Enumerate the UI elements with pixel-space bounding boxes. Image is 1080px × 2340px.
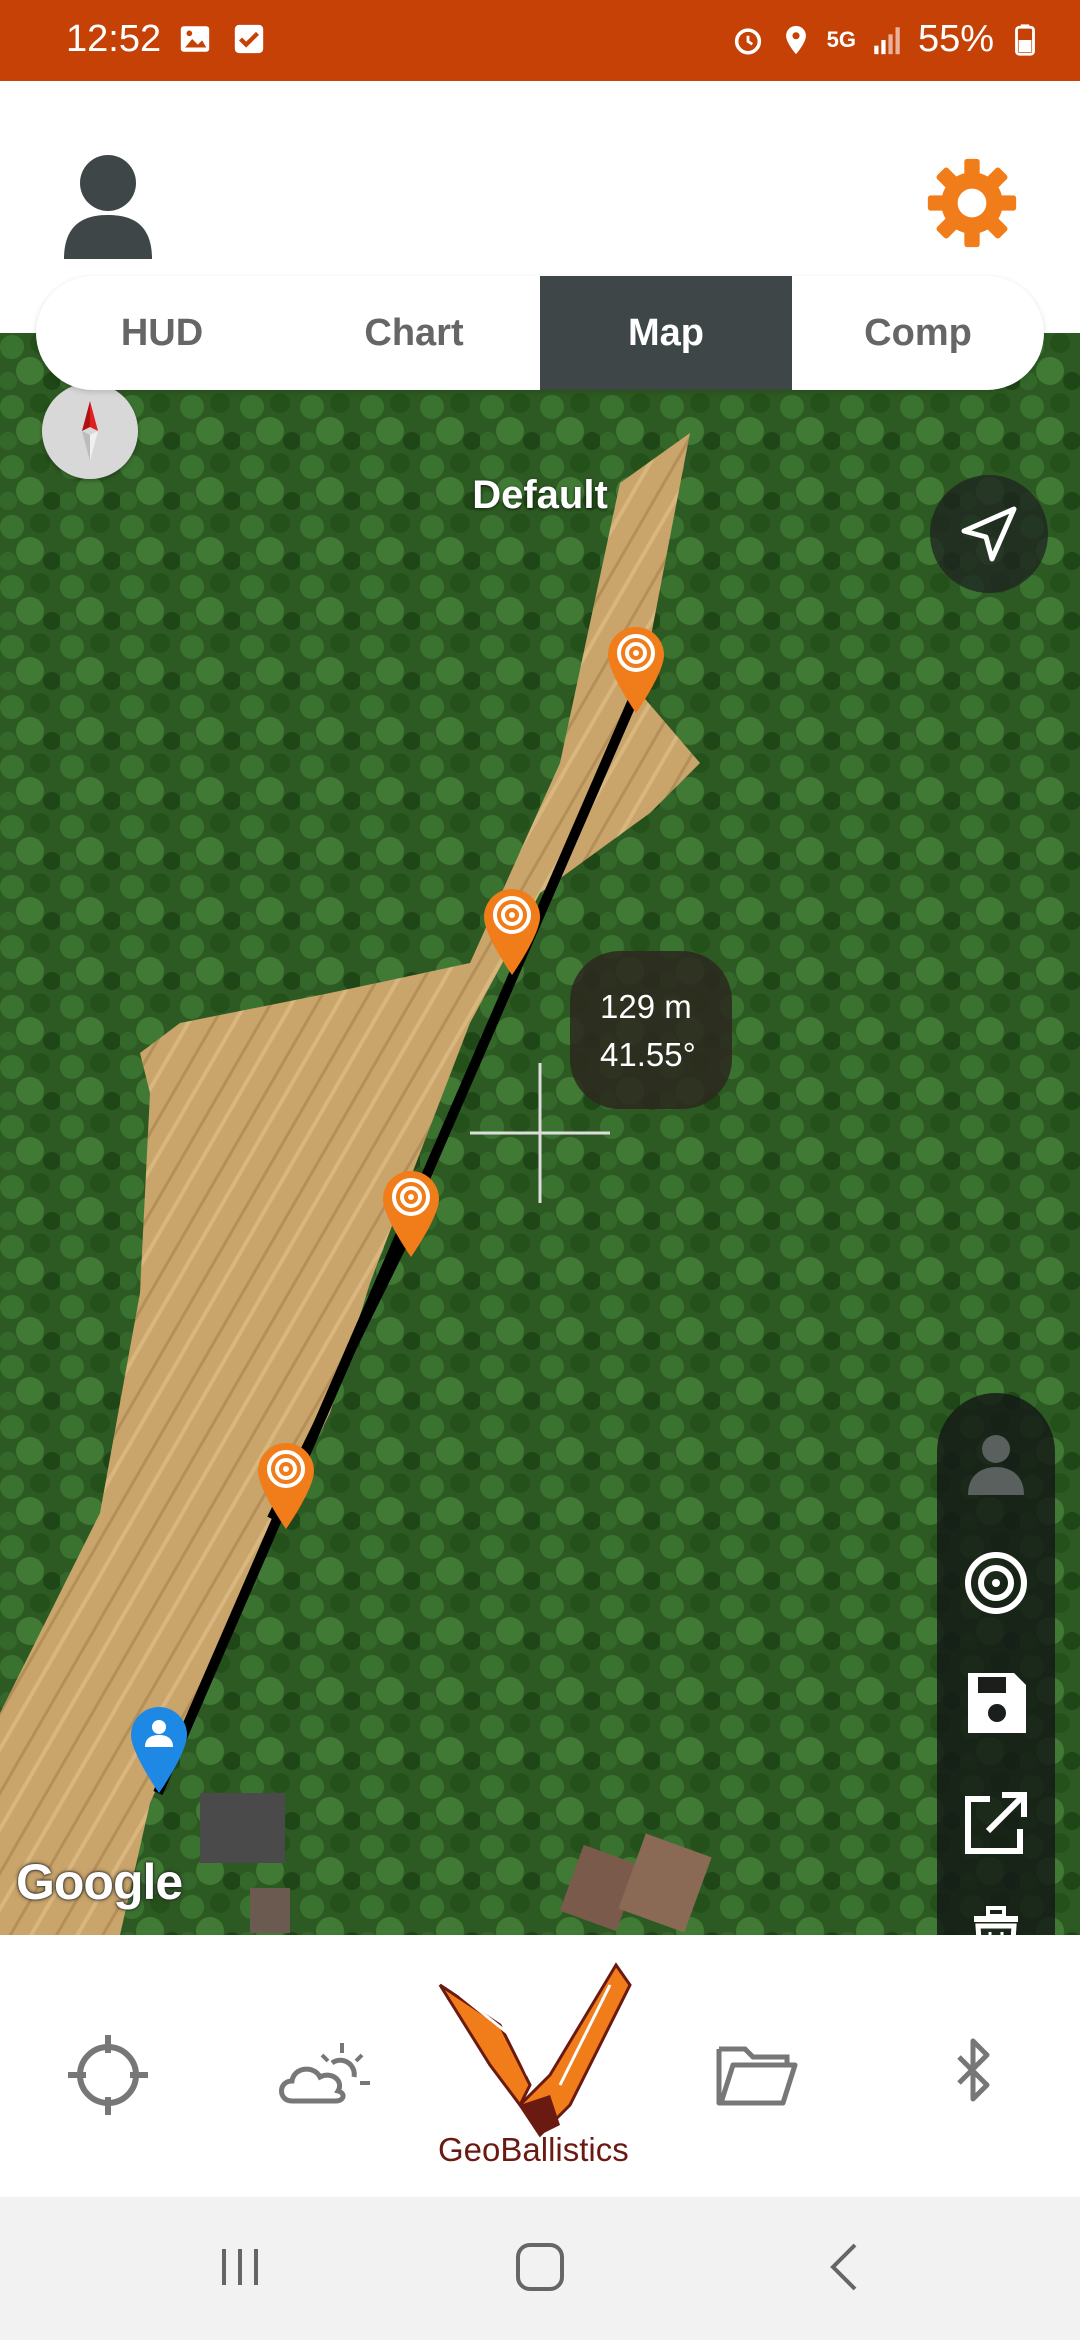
target-pin[interactable] [379, 1167, 443, 1259]
my-location-button[interactable] [930, 475, 1048, 593]
angle-value: 41.55° [600, 1036, 696, 1073]
geoballistics-logo[interactable] [430, 1955, 650, 2155]
system-navigation-bar [0, 2197, 1080, 2340]
home-icon[interactable] [510, 2237, 570, 2297]
trash-icon[interactable] [956, 1898, 1036, 1935]
satellite-map[interactable]: Default 129 m 41.55° Google [0, 333, 1080, 1935]
distance-value: 129 m [600, 988, 692, 1025]
share-icon[interactable] [956, 1783, 1036, 1863]
tab-map[interactable]: Map [540, 276, 792, 390]
settings-gear-icon[interactable] [924, 155, 1020, 251]
alarm-icon [734, 27, 761, 55]
target-pin[interactable] [480, 885, 544, 977]
logo-wordmark: GeoBallistics [438, 2131, 629, 2168]
folder-icon[interactable] [705, 2035, 805, 2115]
map-toolbar [937, 1393, 1055, 1935]
eagle-logo-icon [438, 1962, 632, 2138]
tab-chart[interactable]: Chart [288, 276, 540, 390]
profile-icon[interactable] [956, 1423, 1036, 1503]
network-type: 5G [826, 26, 856, 52]
crosshair-icon[interactable] [58, 2035, 158, 2115]
target-pin[interactable] [604, 623, 668, 715]
gallery-icon [180, 26, 210, 52]
google-attribution: Google [16, 1854, 183, 1910]
signal-icon [874, 26, 900, 54]
weather-icon[interactable] [272, 2035, 372, 2115]
recent-apps-icon[interactable] [210, 2237, 270, 2297]
tab-comp[interactable]: Comp [792, 276, 1044, 390]
target-pin[interactable] [254, 1439, 318, 1531]
battery-percent: 55% [917, 18, 994, 60]
navigation-arrow-icon [961, 506, 1017, 562]
checkbox-icon [234, 24, 264, 54]
bottom-navigation: GeoBallistics [0, 1935, 1080, 2197]
battery-icon [1015, 23, 1035, 56]
target-icon[interactable] [956, 1543, 1036, 1623]
view-tabs: HUD Chart Map Comp [36, 276, 1044, 390]
shooter-pin[interactable] [127, 1703, 191, 1795]
compass-needle-icon [82, 401, 98, 461]
map-crosshair [470, 1063, 610, 1203]
profile-name-label: Default [472, 473, 608, 517]
save-icon[interactable] [956, 1663, 1036, 1743]
profile-icon[interactable] [60, 151, 156, 261]
back-icon[interactable] [815, 2237, 875, 2297]
location-icon [785, 25, 806, 54]
bluetooth-icon[interactable] [923, 2035, 1023, 2115]
tab-hud[interactable]: HUD [36, 276, 288, 390]
status-bar: 12:52 5G 55% [0, 0, 1080, 81]
compass-button[interactable] [42, 383, 138, 479]
status-time: 12:52 [66, 18, 162, 60]
